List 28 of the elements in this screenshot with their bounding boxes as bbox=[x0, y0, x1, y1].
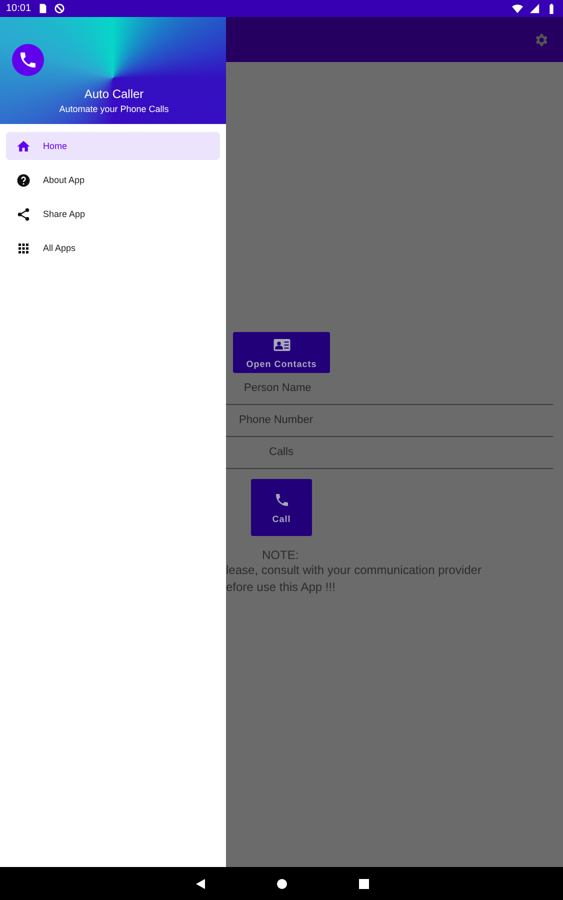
drawer-item[interactable]: Share App bbox=[6, 200, 220, 228]
wifi-icon bbox=[512, 3, 523, 14]
data-saver-icon bbox=[54, 3, 66, 14]
input-field[interactable]: Calls bbox=[226, 437, 553, 469]
status-time: 10:01 bbox=[6, 3, 32, 14]
phone-avatar-icon bbox=[12, 44, 44, 76]
drawer-item[interactable]: About App bbox=[6, 166, 220, 194]
app-title: Auto Caller bbox=[84, 87, 144, 101]
home-icon bbox=[16, 138, 31, 154]
input-field[interactable]: Phone Number bbox=[226, 405, 553, 437]
drawer-item[interactable]: Home bbox=[6, 132, 220, 160]
help-icon bbox=[16, 172, 31, 188]
drawer-item[interactable]: All Apps bbox=[6, 234, 220, 262]
signal-icon bbox=[529, 3, 540, 14]
sim-card-icon bbox=[37, 3, 48, 14]
note-title: NOTE: bbox=[262, 548, 300, 562]
apps-grid-icon bbox=[16, 240, 31, 256]
open-contacts-button[interactable]: Open Contacts bbox=[233, 332, 330, 373]
back-icon[interactable] bbox=[194, 878, 206, 890]
note-text: efore use this App !!! bbox=[226, 579, 336, 596]
app-subtitle: Automate your Phone Calls bbox=[59, 104, 169, 114]
home-circle-icon[interactable] bbox=[276, 878, 288, 890]
recents-icon[interactable] bbox=[358, 878, 370, 890]
contact-card-icon bbox=[272, 336, 290, 352]
note-text: lease, consult with your communication provider bbox=[226, 562, 482, 579]
input-field[interactable]: Person Name bbox=[226, 373, 553, 405]
call-button[interactable]: Call bbox=[251, 479, 312, 536]
share-icon bbox=[16, 206, 31, 222]
